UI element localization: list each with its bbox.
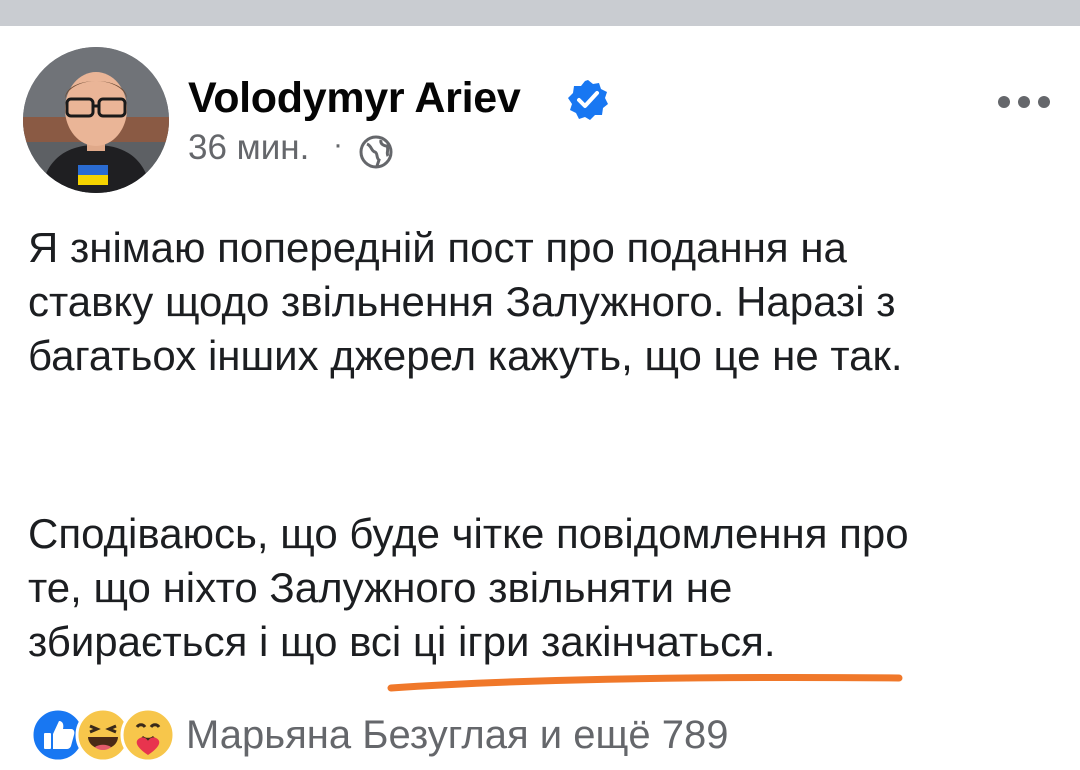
- top-separator-band: [0, 0, 1080, 26]
- post-paragraph-1: Я знімаю попередній пост про подання на …: [28, 221, 1068, 383]
- reactions-summary[interactable]: Марьяна Безуглая и ещё 789: [186, 707, 729, 763]
- globe-icon[interactable]: [358, 134, 394, 170]
- reaction-icons[interactable]: [30, 707, 180, 763]
- post-text-line: те, що ніхто Залужного звільняти не: [28, 564, 733, 611]
- post-timestamp[interactable]: 36 мин.: [188, 128, 309, 168]
- highlight-underline: [387, 673, 903, 692]
- more-options-icon[interactable]: [996, 92, 1052, 112]
- post-text-line: Сподіваюсь, що буде чітке повідомлення п…: [28, 510, 909, 557]
- author-name[interactable]: Volodymyr Ariev: [188, 74, 521, 123]
- post-text-line: ставку щодо звільнення Залужного. Наразі…: [28, 278, 896, 325]
- post-paragraph-2: Сподіваюсь, що буде чітке повідомлення п…: [28, 507, 1068, 669]
- post-text-line: Я знімаю попередній пост про подання на: [28, 224, 847, 271]
- verified-badge-icon: [568, 80, 608, 120]
- post-text-line: багатьох інших джерел кажуть, що це не т…: [28, 332, 903, 379]
- post-text-line: збирається і що всі ці ігри закінчаться.: [28, 618, 776, 665]
- care-icon: [120, 707, 176, 763]
- author-avatar[interactable]: [23, 47, 169, 193]
- meta-separator: ·: [333, 128, 343, 161]
